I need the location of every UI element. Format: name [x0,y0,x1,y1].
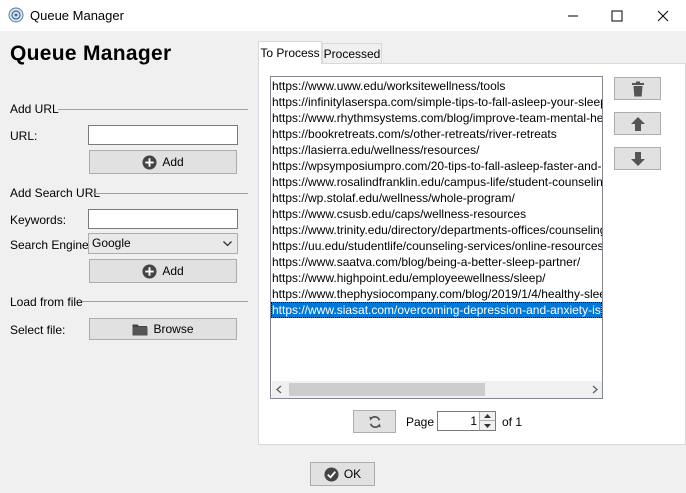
check-circle-icon [324,466,339,482]
search-engine-select[interactable]: Google [88,233,238,254]
list-item[interactable]: https://lasierra.edu/wellness/resources/ [271,142,602,158]
caret-down-icon [484,423,491,428]
search-engine-value: Google [92,236,131,250]
divider [58,109,248,110]
page-number-value: 1 [470,414,477,428]
page-heading: Queue Manager [10,42,172,65]
trash-icon [631,81,644,96]
list-item[interactable]: https://wp.stolaf.edu/wellness/whole-pro… [271,190,602,206]
maximize-button[interactable] [594,0,640,31]
page-number-input[interactable]: 1 [437,411,496,431]
list-item[interactable]: https://www.csusb.edu/caps/wellness-reso… [271,206,602,222]
add-url-button-label: Add [162,155,184,169]
add-search-url-button[interactable]: Add [89,259,237,283]
load-from-file-section-label: Load from file [10,295,83,309]
url-label: URL: [10,129,38,143]
page-count-label: of 1 [502,415,523,429]
list-item[interactable]: https://www.thephysiocompany.com/blog/20… [271,286,602,302]
list-item[interactable]: https://bookretreats.com/s/other-retreat… [271,126,602,142]
title-bar: Queue Manager [0,0,686,31]
plus-circle-icon [142,154,157,170]
tab-to-process-label: To Process [260,46,320,60]
list-item[interactable]: https://www.saatva.com/blog/being-a-bett… [271,254,602,270]
ok-button-label: OK [343,467,362,481]
list-item[interactable]: https://wpsymposiumpro.com/20-tips-to-fa… [271,158,602,174]
divider [82,301,248,302]
folder-icon [132,324,148,335]
app-icon [8,7,24,23]
move-up-button[interactable] [614,112,661,135]
queue-list[interactable]: https://www.uww.edu/worksitewellness/too… [270,76,603,399]
window-title: Queue Manager [30,8,124,23]
delete-button[interactable] [614,77,661,100]
minimize-button[interactable] [550,0,596,31]
tab-to-process[interactable]: To Process [258,41,322,64]
chevron-right-icon[interactable] [591,385,599,394]
spin-down-button[interactable] [480,421,495,430]
arrow-up-icon [630,116,645,131]
tab-processed-label: Processed [323,46,381,61]
browse-button-label: Browse [153,322,194,336]
add-url-section-label: Add URL [10,102,59,116]
spin-up-button[interactable] [480,412,495,421]
refresh-button[interactable] [353,410,396,433]
add-search-url-button-label: Add [162,264,184,278]
list-item[interactable]: https://www.highpoint.edu/employeewellne… [271,270,602,286]
scrollbar-thumb[interactable] [289,383,485,396]
plus-circle-icon [142,263,157,279]
divider [93,193,248,194]
arrow-down-icon [630,151,645,166]
search-engine-label: Search Engine: [10,238,93,252]
list-item-selected[interactable]: https://www.siasat.com/overcoming-depres… [271,302,602,318]
tab-processed[interactable]: Processed [322,43,382,64]
close-button[interactable] [640,0,686,31]
add-search-url-section-label: Add Search URL [10,186,101,200]
ok-button[interactable]: OK [310,462,375,486]
chevron-down-icon [223,241,232,247]
close-icon [657,10,669,21]
caret-up-icon [484,414,491,418]
select-file-label: Select file: [10,323,66,337]
refresh-icon [368,415,381,428]
url-input[interactable] [88,125,238,145]
list-item[interactable]: https://uu.edu/studentlife/counseling-se… [271,238,602,254]
list-item[interactable]: https://www.rosalindfranklin.edu/campus-… [271,174,602,190]
chevron-left-icon[interactable] [275,385,283,394]
minimize-icon [568,15,578,16]
page-label: Page [406,415,435,429]
move-down-button[interactable] [614,147,661,170]
horizontal-scrollbar[interactable] [272,381,602,398]
keywords-input[interactable] [88,209,238,229]
keywords-label: Keywords: [10,213,67,227]
list-item[interactable]: https://www.uww.edu/worksitewellness/too… [271,78,602,94]
browse-button[interactable]: Browse [89,318,237,340]
page-spinner[interactable] [479,412,495,430]
list-item[interactable]: https://www.rhythmsystems.com/blog/impro… [271,110,602,126]
list-item[interactable]: https://infinitylaserspa.com/simple-tips… [271,94,602,110]
add-url-button[interactable]: Add [89,150,237,174]
list-item[interactable]: https://www.trinity.edu/directory/depart… [271,222,602,238]
maximize-icon [611,10,623,21]
